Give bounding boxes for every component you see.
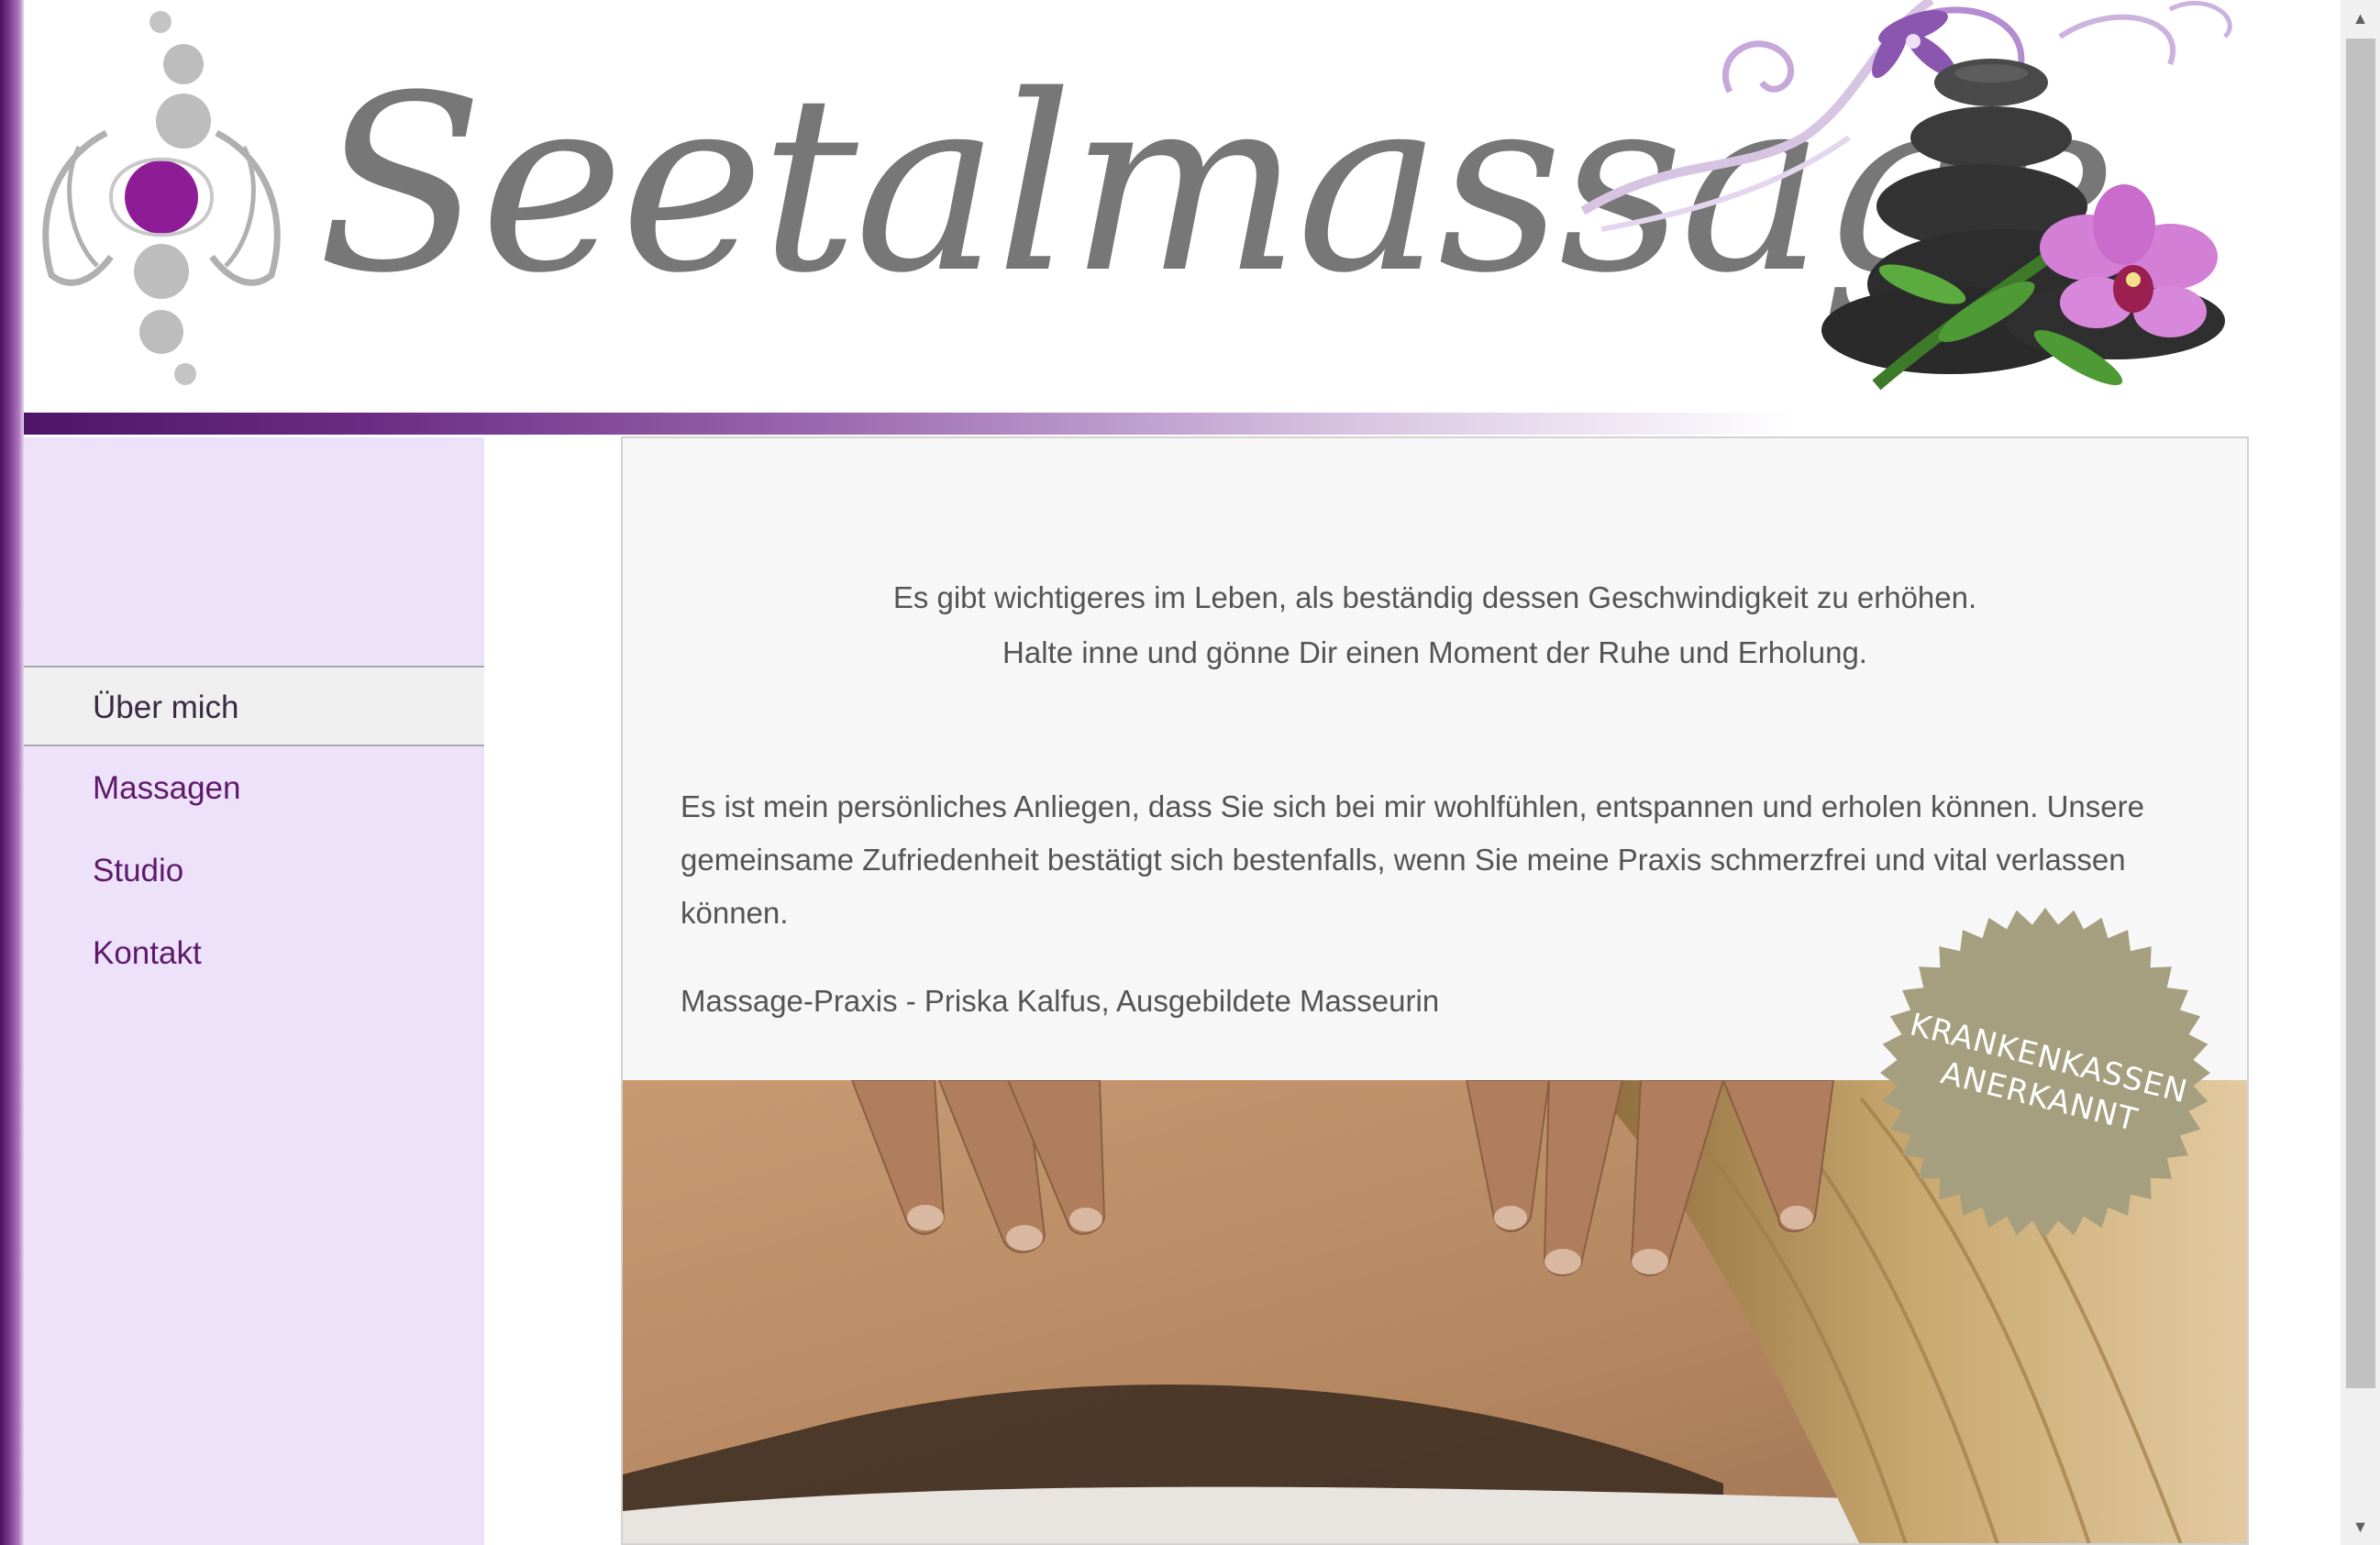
left-accent-bar	[0, 0, 24, 1545]
chakra-hands-logo	[42, 11, 281, 385]
header-banner: Seetalmassage	[24, 0, 2249, 413]
nav-item-studio[interactable]: Studio	[24, 831, 484, 911]
scroll-up-icon[interactable]: ▲	[2341, 0, 2380, 37]
quote-line-1: Es gibt wichtigeres im Leben, als bestän…	[892, 580, 1977, 614]
quote-line-2: Halte inne und gönne Dir einen Moment de…	[1002, 635, 1867, 669]
header-divider	[24, 413, 1794, 435]
scroll-down-icon[interactable]: ▼	[2341, 1508, 2380, 1545]
scrollbar[interactable]: ▲ ▼	[2341, 0, 2380, 1545]
stones-orchid-decoration	[1580, 0, 2232, 391]
scroll-thumb[interactable]	[2346, 39, 2375, 1388]
sidebar: Über mich Massagen Studio Kontakt	[24, 437, 484, 1545]
nav-item-kontakt[interactable]: Kontakt	[24, 913, 484, 994]
nav-item-massagen[interactable]: Massagen	[24, 748, 484, 829]
nav-item-ueber-mich[interactable]: Über mich	[24, 666, 484, 746]
krankenkassen-badge: KRANKENKASSEN ANERKANNT	[1880, 908, 2210, 1238]
